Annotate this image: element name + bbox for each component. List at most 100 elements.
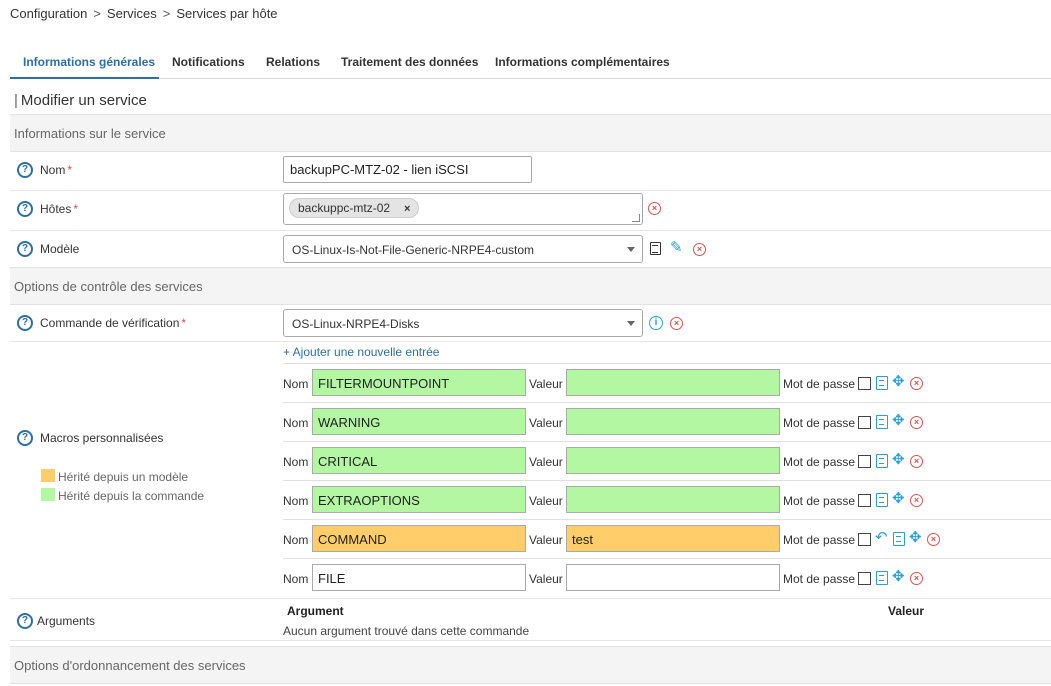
macro-name-label: Nom [283,416,309,430]
value-column-header: Valeur [888,604,925,618]
macro-name-input[interactable]: WARNING [312,408,526,435]
add-macro-link[interactable]: + Ajouter une nouvelle entrée [283,345,439,359]
hosts-select[interactable]: backuppc-mtz-02 × [283,193,643,225]
move-icon[interactable]: ✥ [909,530,922,545]
legend-command-swatch [41,488,55,501]
arguments-label: Arguments [37,614,96,628]
host-chip: backuppc-mtz-02 × [289,198,420,218]
move-icon[interactable]: ✥ [892,374,905,389]
delete-macro-icon[interactable]: × [910,572,923,585]
legend-command-text: Hérité depuis la commande [58,489,205,503]
macro-name-input[interactable]: EXTRAOPTIONS [312,486,526,513]
delete-macro-icon[interactable]: × [910,455,923,468]
hosts-label: Hôtes * [40,202,79,216]
macro-name-input[interactable]: FILE [312,564,526,591]
password-checkbox[interactable] [858,377,871,390]
macro-value-input[interactable] [566,408,780,435]
macro-value-input[interactable] [566,369,780,396]
move-icon[interactable]: ✥ [892,413,905,428]
delete-macro-icon[interactable]: × [910,377,923,390]
info-icon[interactable]: i [649,316,663,330]
breadcrumb-services-par-hote[interactable]: Services par hôte [176,6,277,21]
undo-icon[interactable]: ↶ [875,530,888,545]
macro-name-input[interactable]: FILTERMOUNTPOINT [312,369,526,396]
name-label: Nom * [40,163,73,177]
password-checkbox[interactable] [858,455,871,468]
macro-description-icon[interactable] [876,571,888,585]
tab-general-info[interactable]: Informations générales [10,54,159,79]
help-icon[interactable]: ? [17,430,33,446]
tab-extended-info[interactable]: Informations complémentaires [495,54,670,79]
macros-label: Macros personnalisées [40,431,164,445]
legend-template-text: Hérité depuis un modèle [58,470,189,484]
delete-template-icon[interactable]: × [693,243,706,256]
macro-value-label: Valeur [529,572,563,586]
argument-column-header: Argument [287,604,344,618]
help-icon[interactable]: ? [17,315,33,331]
macro-description-icon[interactable] [876,454,888,468]
help-icon[interactable]: ? [17,201,33,217]
breadcrumb-services[interactable]: Services [107,6,157,21]
macro-value-input[interactable] [566,447,780,474]
macro-value-label: Valeur [529,494,563,508]
macro-value-label: Valeur [529,533,563,547]
macro-value-input[interactable] [566,486,780,513]
macro-name-label: Nom [283,494,309,508]
template-select[interactable]: OS-Linux-Is-Not-File-Generic-NRPE4-custo… [283,235,643,263]
macro-value-label: Valeur [529,377,563,391]
name-field[interactable]: backupPC-MTZ-02 - lien iSCSI [283,156,532,183]
no-arguments-text: Aucun argument trouvé dans cette command… [283,624,530,638]
check-command-select[interactable]: OS-Linux-NRPE4-Disks [283,309,643,337]
macro-row: Nom FILE Valeur Mot de passe ✥ × [283,558,1051,597]
move-icon[interactable]: ✥ [892,569,905,584]
chip-remove-icon[interactable]: × [404,203,410,215]
pencil-icon[interactable]: ✎ [670,240,683,255]
macro-row: Nom EXTRAOPTIONS Valeur Mot de passe ✥ × [283,480,1051,519]
move-icon[interactable]: ✥ [892,452,905,467]
breadcrumb: Configuration > Services > Services par hôte [10,6,278,21]
macro-name-label: Nom [283,377,309,391]
help-icon[interactable]: ? [17,241,33,257]
macro-description-icon[interactable] [893,532,905,546]
macro-password-label: Mot de passe [783,494,856,508]
password-checkbox[interactable] [858,494,871,507]
chevron-down-icon [627,247,635,252]
delete-macro-icon[interactable]: × [927,533,940,546]
delete-command-icon[interactable]: × [670,317,683,330]
macro-password-label: Mot de passe [783,416,856,430]
help-icon[interactable]: ? [17,162,33,178]
help-icon[interactable]: ? [17,613,33,629]
macro-value-input[interactable] [566,564,780,591]
breadcrumb-configuration[interactable]: Configuration [10,6,87,21]
macro-description-icon[interactable] [876,493,888,507]
resize-handle-icon[interactable] [632,214,640,222]
tab-notifications[interactable]: Notifications [172,54,245,79]
macro-description-icon[interactable] [876,415,888,429]
password-checkbox[interactable] [858,416,871,429]
section-control-options: Options de contrôle des services [10,267,1051,305]
delete-hosts-icon[interactable]: × [648,202,661,215]
password-checkbox[interactable] [858,533,871,546]
macro-description-icon[interactable] [876,376,888,390]
chevron-down-icon [627,321,635,326]
delete-macro-icon[interactable]: × [910,494,923,507]
macro-name-input[interactable]: COMMAND [312,525,526,552]
tab-data-processing[interactable]: Traitement des données [341,54,478,79]
macro-name-label: Nom [283,533,309,547]
legend-template-swatch [41,469,55,482]
macro-password-label: Mot de passe [783,455,856,469]
macro-value-label: Valeur [529,455,563,469]
section-scheduling-options: Options d'ordonnancement des services [10,646,1051,684]
macro-row: Nom WARNING Valeur Mot de passe ✥ × [283,402,1051,441]
macro-password-label: Mot de passe [783,377,856,391]
move-icon[interactable]: ✥ [892,491,905,506]
macro-password-label: Mot de passe [783,533,856,547]
tab-bar: Informations générales Notifications Rel… [10,54,1051,79]
password-checkbox[interactable] [858,572,871,585]
delete-macro-icon[interactable]: × [910,416,923,429]
breadcrumb-separator: > [162,6,171,21]
macro-value-input[interactable]: test [566,525,780,552]
tab-relations[interactable]: Relations [266,54,320,79]
template-details-icon[interactable] [650,242,661,255]
macro-name-input[interactable]: CRITICAL [312,447,526,474]
